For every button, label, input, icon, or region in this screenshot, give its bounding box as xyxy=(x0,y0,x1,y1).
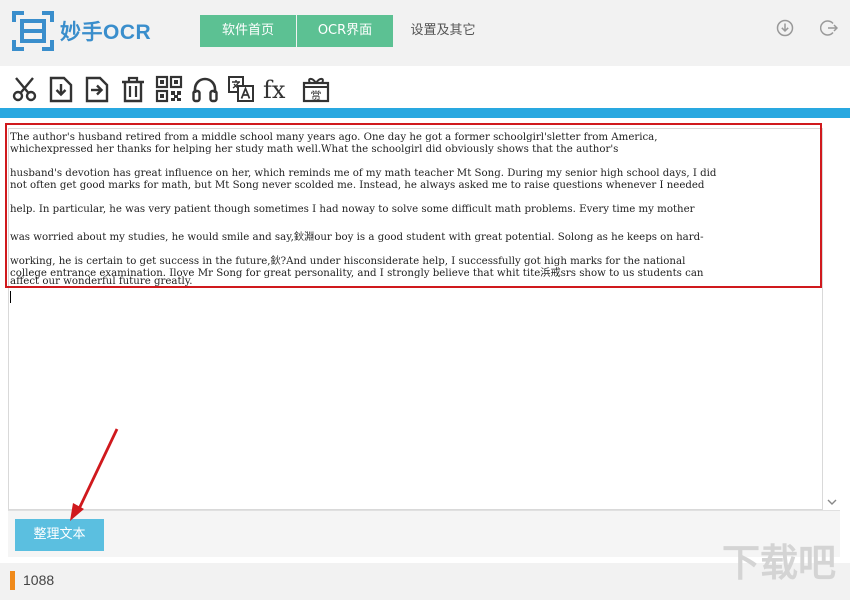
accent-bar xyxy=(0,108,850,118)
status-indicator xyxy=(10,571,15,590)
formula-icon[interactable]: fx xyxy=(262,75,294,103)
ocr-line: was worried about my studies, he would s… xyxy=(10,232,704,243)
translate-icon[interactable] xyxy=(227,75,255,103)
scissors-icon[interactable] xyxy=(11,75,39,103)
headphones-icon[interactable] xyxy=(191,75,219,103)
delete-icon[interactable] xyxy=(119,75,147,103)
ocr-line: husband's devotion has great influence o… xyxy=(10,168,717,179)
export-icon[interactable] xyxy=(83,75,111,103)
ocr-line: not often get good marks for math, but M… xyxy=(10,180,705,191)
app-header: 妙手OCR 软件首页 OCR界面 设置及其它 xyxy=(0,0,850,66)
formula-icon-label: fx xyxy=(263,76,286,103)
reward-icon[interactable]: 赏 xyxy=(302,75,330,103)
ocr-line: The author's husband retired from a midd… xyxy=(10,132,658,143)
tab-settings[interactable]: 设置及其它 xyxy=(393,15,493,47)
ocr-panel: The author's husband retired from a midd… xyxy=(0,118,850,563)
tidy-text-button[interactable]: 整理文本 xyxy=(15,519,104,551)
scan-logo-icon xyxy=(12,11,54,51)
qrcode-icon[interactable] xyxy=(155,75,183,103)
main-tabs: 软件首页 OCR界面 设置及其它 xyxy=(200,15,493,47)
status-count: 1088 xyxy=(23,572,55,588)
ocr-line: whichexpressed her thanks for helping he… xyxy=(10,144,619,155)
tab-ocr[interactable]: OCR界面 xyxy=(297,15,393,47)
tab-home[interactable]: 软件首页 xyxy=(200,15,296,47)
status-bar xyxy=(0,563,850,600)
reward-icon-label: 赏 xyxy=(311,90,322,103)
scroll-down-arrow-icon[interactable] xyxy=(827,498,837,506)
import-icon[interactable] xyxy=(47,75,75,103)
ocr-line: affect our wonderful future greatly. xyxy=(10,276,193,287)
ocr-line: help. In particular, he was very patient… xyxy=(10,204,695,215)
logout-icon[interactable] xyxy=(820,19,838,37)
toolbar: fx 赏 xyxy=(0,66,850,110)
ocr-result-textarea[interactable]: The author's husband retired from a midd… xyxy=(8,128,823,510)
vertical-scrollbar[interactable] xyxy=(823,128,840,510)
app-logo-text: 妙手OCR xyxy=(60,21,152,44)
action-strip xyxy=(8,510,840,557)
text-cursor xyxy=(10,291,11,303)
download-icon[interactable] xyxy=(776,19,794,37)
